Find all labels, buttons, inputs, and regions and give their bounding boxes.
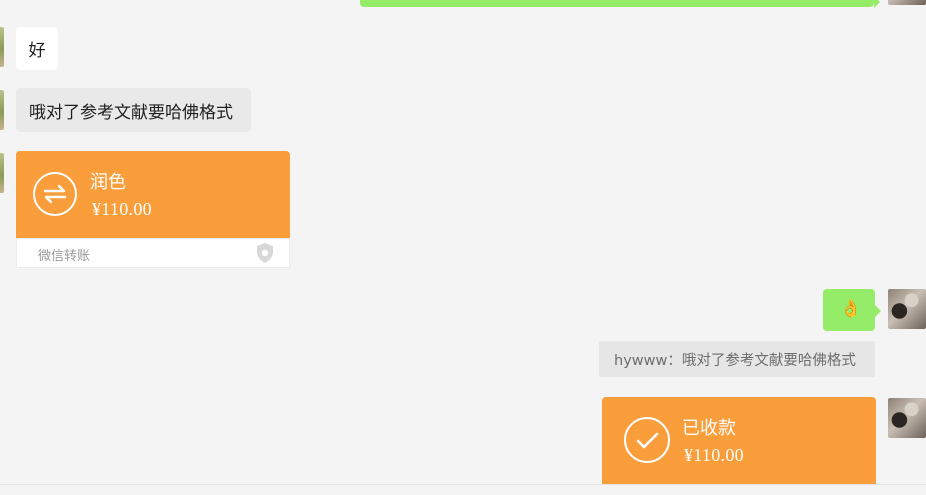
transfer-card-received[interactable]: 已收款 ¥110.00 [602, 397, 876, 484]
transfer-note: 润色 [90, 172, 126, 193]
transfer-footer: 微信转账 [16, 238, 290, 268]
ok-hand-emoji: 👌 [840, 299, 862, 319]
transfer-card-incoming[interactable]: 润色 ¥110.00 [16, 151, 290, 238]
avatar-self-2[interactable] [888, 398, 926, 438]
avatar-contact-1[interactable] [0, 27, 4, 67]
transfer-amount: ¥110.00 [92, 199, 152, 219]
outgoing-message-partial[interactable] [360, 0, 880, 8]
quote-text: hywww：哦对了参考文献要哈佛格式 [614, 352, 856, 369]
incoming-message[interactable]: 好 [16, 27, 58, 70]
avatar-self[interactable] [888, 289, 926, 329]
transfer-footer-label: 微信转账 [38, 249, 91, 264]
avatar-contact-3[interactable] [0, 153, 4, 193]
message-text: 好 [28, 41, 46, 61]
quoted-reply[interactable]: hywww：哦对了参考文献要哈佛格式 [599, 341, 875, 377]
outgoing-emoji-message[interactable]: 👌 [823, 289, 881, 331]
transfer-status: 已收款 [682, 418, 736, 439]
avatar-contact-2[interactable] [0, 90, 4, 130]
incoming-message[interactable]: 哦对了参考文献要哈佛格式 [16, 88, 251, 132]
checkmark-icon [624, 417, 670, 463]
avatar-self-top[interactable] [888, 0, 926, 5]
transfer-arrows-icon [33, 172, 77, 216]
transfer-amount: ¥110.00 [684, 445, 744, 465]
message-text: 哦对了参考文献要哈佛格式 [29, 102, 233, 123]
shield-icon [257, 243, 273, 263]
input-area-divider [0, 484, 926, 495]
